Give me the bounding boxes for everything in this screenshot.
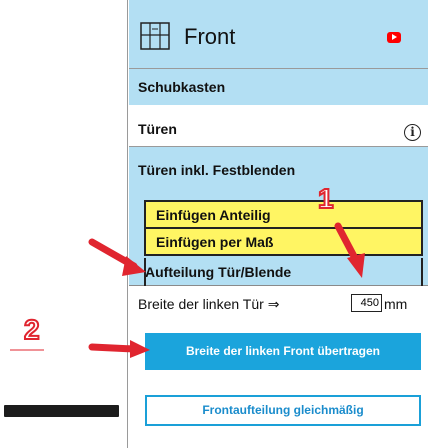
gleichmaessig-button[interactable]: Frontaufteilung gleichmäßig bbox=[145, 395, 421, 426]
section-tueren-festblenden[interactable]: Türen inkl. Festblenden bbox=[129, 147, 428, 191]
section-tueren-festblenden-label: Türen inkl. Festblenden bbox=[138, 162, 296, 178]
menu-item-aufteilung-frame bbox=[144, 258, 423, 286]
left-margin bbox=[0, 0, 127, 448]
section-tueren-label: Türen bbox=[138, 121, 177, 137]
front-icon bbox=[140, 22, 170, 50]
panel-header: Front bbox=[129, 0, 428, 68]
breite-label: Breite der linken Tür ⇒ bbox=[138, 296, 280, 312]
youtube-icon[interactable] bbox=[387, 32, 401, 43]
menu-item-label: Einfügen Anteilig bbox=[156, 207, 271, 223]
panel-title: Front bbox=[184, 24, 236, 49]
breite-row: Breite der linken Tür ⇒ mm bbox=[129, 286, 428, 320]
left-dark-bar bbox=[4, 405, 119, 417]
left-divider bbox=[127, 0, 128, 448]
section-schubkasten[interactable]: Schubkasten bbox=[129, 69, 428, 105]
breite-input[interactable] bbox=[351, 294, 382, 312]
uebertragen-button[interactable]: Breite der linken Front übertragen bbox=[145, 333, 421, 370]
menu-item-label: Einfügen per Maß bbox=[156, 234, 274, 250]
section-schubkasten-label: Schubkasten bbox=[138, 79, 226, 95]
menu-item-einfuegen-mass[interactable]: Einfügen per Maß bbox=[144, 227, 423, 256]
section-tueren[interactable]: Türen i bbox=[129, 107, 428, 146]
front-panel: Front Schubkasten Türen i Türen inkl. Fe… bbox=[129, 0, 428, 448]
menu-item-einfuegen-anteilig[interactable]: Einfügen Anteilig bbox=[144, 200, 423, 229]
info-icon[interactable]: i bbox=[404, 124, 421, 141]
breite-unit: mm bbox=[384, 296, 408, 312]
